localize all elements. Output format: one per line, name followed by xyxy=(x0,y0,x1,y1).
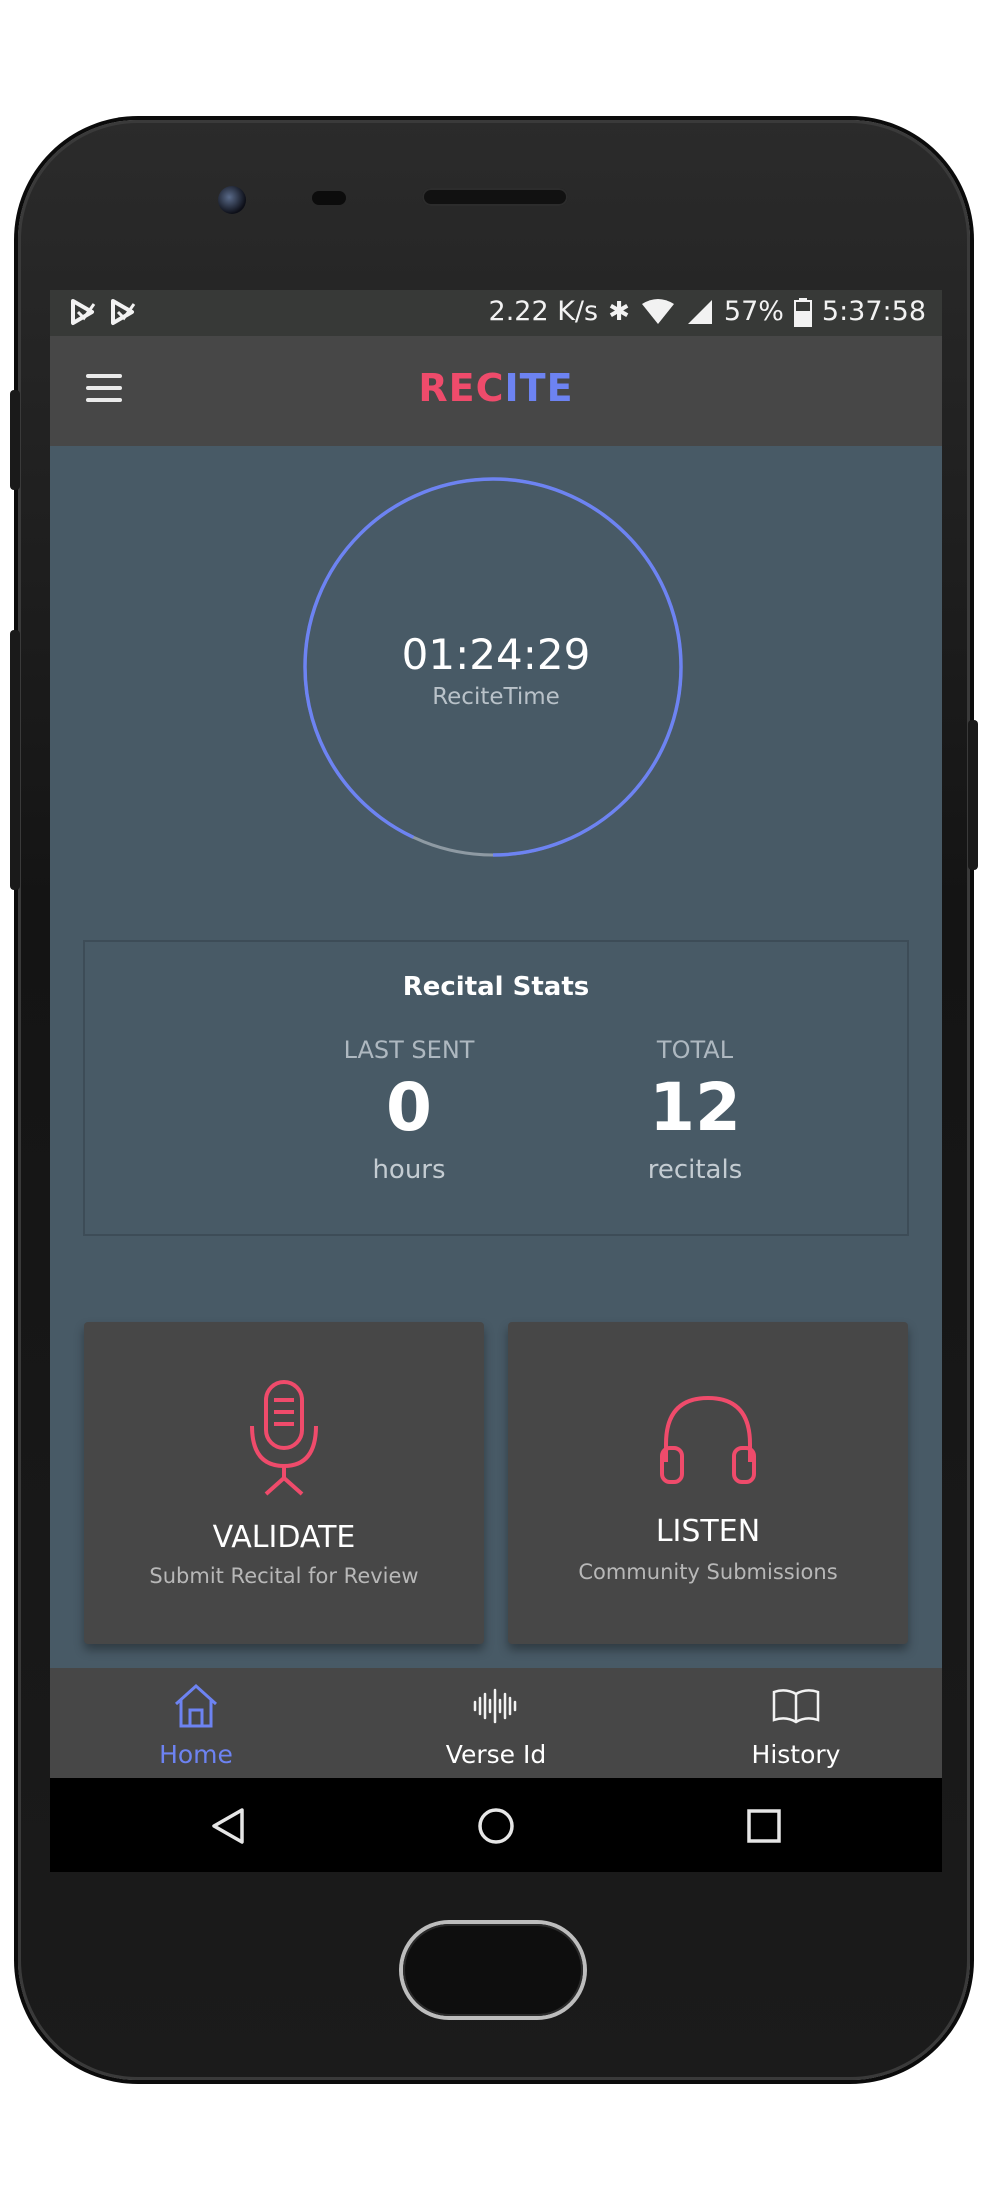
proximity-sensor xyxy=(312,191,346,205)
hardware-home-button[interactable] xyxy=(403,1924,583,2016)
clock: 5:37:58 xyxy=(821,296,926,327)
battery-percent: 57% xyxy=(723,296,784,327)
notification-icons xyxy=(70,298,136,326)
recite-time-value: 01:24:29 xyxy=(401,630,591,679)
nav-verse-id-label: Verse Id xyxy=(445,1740,547,1769)
last-sent-label: LAST SENT xyxy=(343,1036,475,1064)
app-title: RECITE xyxy=(50,366,942,410)
bottom-navigation: Home Verse Id History xyxy=(50,1668,942,1778)
book-icon xyxy=(772,1689,820,1724)
play-store-icon xyxy=(71,299,96,325)
phone-screen: 2.22 K/s ✱ 57% 5:37:58 RECITE 01:24:29 R… xyxy=(50,290,942,1780)
nav-verse-id[interactable]: Verse Id xyxy=(396,1682,596,1769)
validate-card[interactable]: VALIDATE Submit Recital for Review xyxy=(84,1322,484,1644)
app-title-part1: REC xyxy=(418,366,505,410)
total-value: 12 xyxy=(649,1069,741,1146)
home-icon xyxy=(174,1683,218,1728)
total-stat: TOTAL 12 recitals xyxy=(575,1036,815,1185)
last-sent-stat: LAST SENT 0 hours xyxy=(289,1036,529,1185)
recite-time-label: ReciteTime xyxy=(432,684,560,710)
recital-stats-title: Recital Stats xyxy=(402,972,590,1002)
nav-history-label: History xyxy=(751,1740,841,1769)
net-speed: 2.22 K/s xyxy=(488,296,599,327)
earpiece-speaker xyxy=(422,188,568,206)
home-content: 01:24:29 ReciteTime Recital Stats LAST S… xyxy=(50,446,942,1668)
validate-subtitle: Submit Recital for Review xyxy=(149,1564,419,1588)
side-button-left-top xyxy=(10,390,20,490)
nav-home[interactable]: Home xyxy=(96,1682,296,1769)
app-bar: RECITE xyxy=(50,336,942,446)
play-store-icon xyxy=(111,299,136,325)
total-unit: recitals xyxy=(647,1154,743,1185)
back-icon[interactable] xyxy=(208,1806,248,1846)
front-camera xyxy=(218,186,246,214)
battery-icon xyxy=(793,297,812,327)
side-button-right xyxy=(968,720,978,870)
microphone-icon xyxy=(84,1378,484,1500)
listen-card[interactable]: LISTEN Community Submissions xyxy=(508,1322,908,1644)
signal-icon xyxy=(687,299,712,324)
home-circle-icon[interactable] xyxy=(476,1806,516,1846)
recents-icon[interactable] xyxy=(744,1806,784,1846)
waveform-icon xyxy=(473,1688,517,1724)
recital-stats-panel: Recital Stats LAST SENT 0 hours TOTAL 12… xyxy=(83,940,909,1236)
validate-title: VALIDATE xyxy=(212,1520,356,1555)
side-button-left-mid xyxy=(10,630,20,890)
headphones-icon xyxy=(508,1392,908,1492)
nav-home-label: Home xyxy=(159,1740,233,1769)
last-sent-unit: hours xyxy=(372,1154,446,1185)
status-right-group: 2.22 K/s ✱ 57% 5:37:58 xyxy=(489,296,926,327)
system-navigation-bar xyxy=(50,1780,942,1872)
status-bar: 2.22 K/s ✱ 57% 5:37:58 xyxy=(50,290,942,336)
app-title-part2: ITE xyxy=(504,366,574,410)
wifi-icon xyxy=(641,298,674,324)
bluetooth-icon: ✱ xyxy=(608,296,630,327)
listen-subtitle: Community Submissions xyxy=(578,1560,838,1584)
listen-title: LISTEN xyxy=(655,1514,761,1549)
last-sent-value: 0 xyxy=(386,1069,432,1146)
total-label: TOTAL xyxy=(656,1036,734,1064)
nav-history[interactable]: History xyxy=(696,1682,896,1769)
